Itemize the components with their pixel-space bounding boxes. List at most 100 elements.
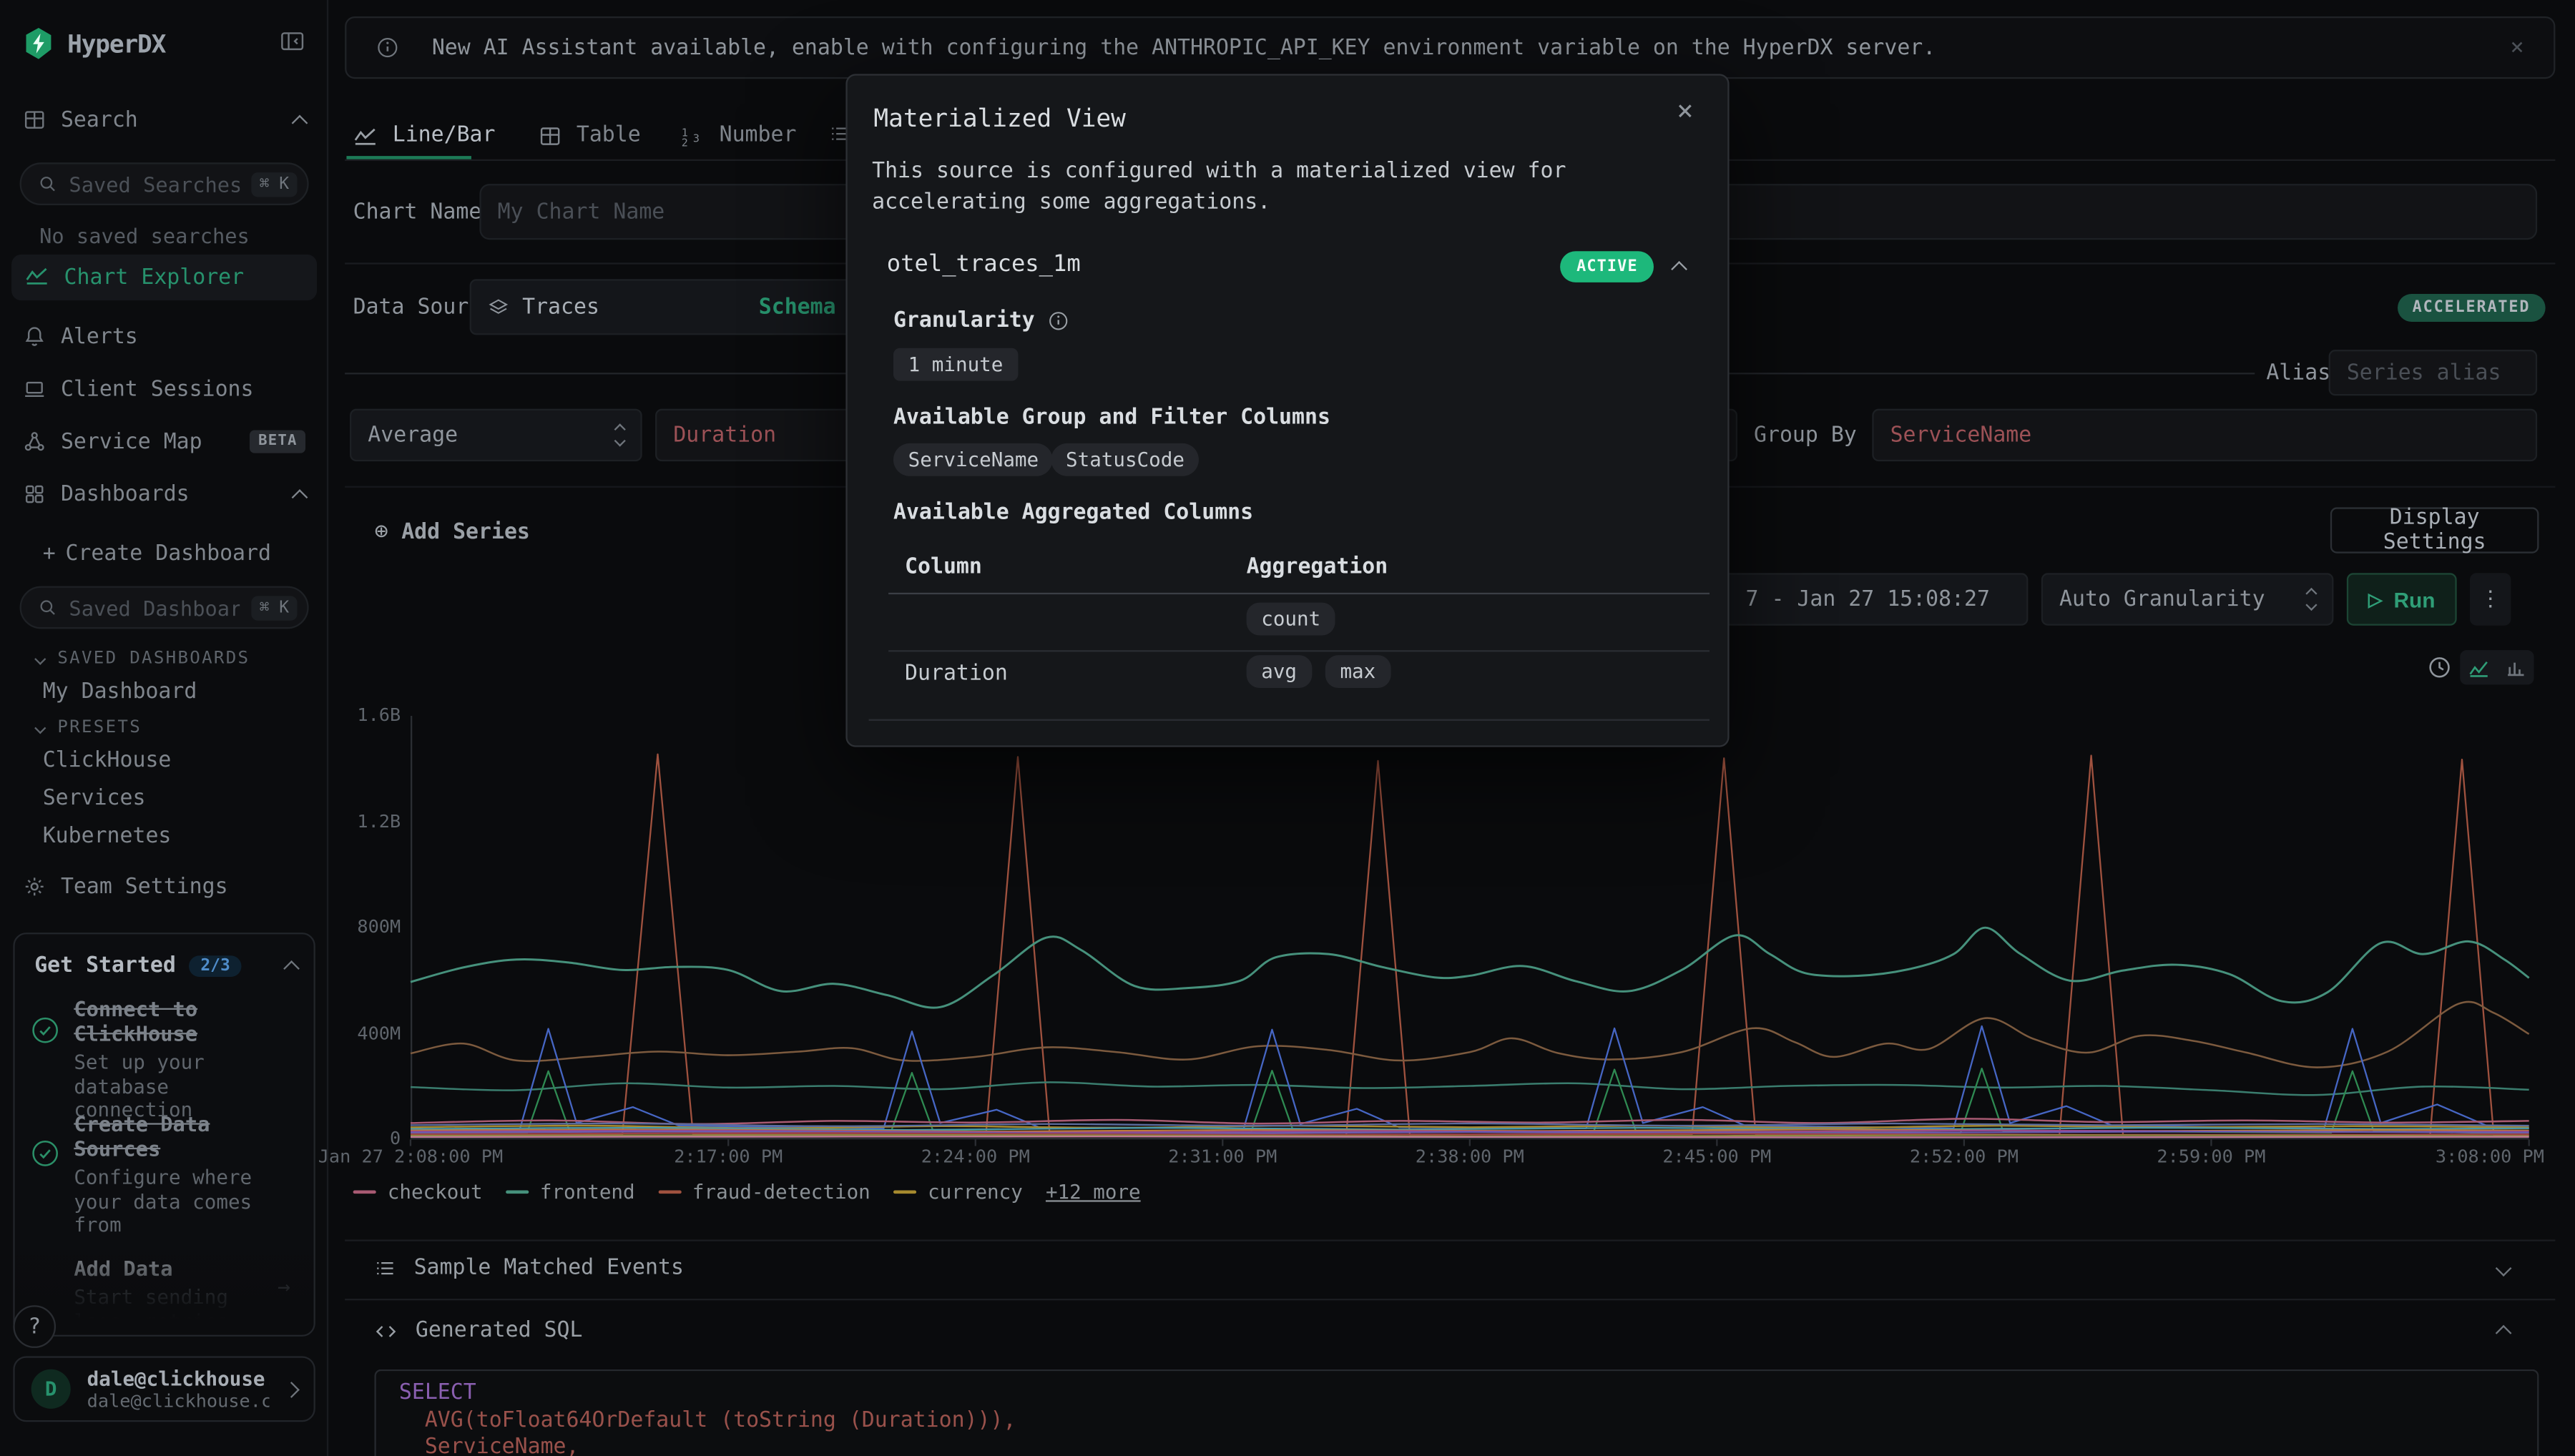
display-settings-label: Display Settings bbox=[2342, 506, 2527, 555]
hyperdx-logo-icon bbox=[23, 26, 54, 61]
collapse-sidebar-icon[interactable] bbox=[279, 29, 305, 59]
list-icon bbox=[374, 1258, 396, 1279]
help-button[interactable]: ? bbox=[13, 1305, 56, 1348]
get-started-step[interactable]: Connect to ClickHouse Set up your databa… bbox=[74, 997, 297, 1123]
sidebar-item-kubernetes[interactable]: Kubernetes bbox=[43, 825, 172, 849]
run-button[interactable]: ▷ Run bbox=[2347, 573, 2457, 625]
legend-swatch bbox=[353, 1191, 376, 1194]
chart-series bbox=[411, 1002, 2529, 1068]
legend-swatch bbox=[893, 1191, 916, 1194]
get-started-step[interactable]: Add Data Start sending logs, metrics, or… bbox=[74, 1256, 271, 1336]
x-axis-tick-label: 2:52:00 PM bbox=[1910, 1146, 2019, 1168]
sidebar-item-dashboards[interactable]: Dashboards bbox=[23, 479, 305, 508]
user-name: dale@clickhouse.… bbox=[87, 1367, 270, 1389]
sidebar-item-my-dashboard[interactable]: My Dashboard bbox=[43, 680, 197, 704]
granularity-label: Granularity bbox=[893, 309, 1069, 333]
get-started-step[interactable]: Create Data Sources Configure where your… bbox=[74, 1111, 297, 1237]
saved-dashboards-input[interactable]: Saved Dashboards ⌘ K bbox=[20, 586, 309, 629]
sidebar-item-search[interactable]: Search bbox=[23, 105, 305, 134]
y-axis-tick-label: 800M bbox=[322, 916, 401, 938]
presets-section[interactable]: PRESETS bbox=[36, 717, 142, 737]
y-axis-tick-label: 1.2B bbox=[322, 810, 401, 832]
chart-series bbox=[411, 1082, 2529, 1095]
alias-input[interactable] bbox=[2329, 350, 2538, 395]
modal-close-icon[interactable]: × bbox=[1677, 95, 1694, 128]
banner-text: New AI Assistant available, enable with … bbox=[432, 35, 2478, 59]
clock-icon[interactable] bbox=[2427, 655, 2451, 679]
display-settings-button[interactable]: Display Settings bbox=[2330, 507, 2539, 553]
schema-link[interactable]: Schema bbox=[759, 295, 836, 319]
avatar: D bbox=[31, 1369, 71, 1409]
legend-swatch bbox=[506, 1191, 529, 1194]
x-axis-tick-label: 2:45:00 PM bbox=[1662, 1146, 1771, 1168]
y-axis-tick-label: 400M bbox=[322, 1022, 401, 1043]
sidebar-item-chart-explorer[interactable]: Chart Explorer bbox=[11, 255, 317, 300]
sidebar-item-team-settings[interactable]: Team Settings bbox=[23, 872, 305, 901]
tab-table[interactable]: Table bbox=[539, 123, 641, 147]
filter-column-chip: ServiceName bbox=[893, 443, 1054, 476]
search-icon bbox=[38, 174, 58, 194]
sidebar-item-client-sessions[interactable]: Client Sessions bbox=[23, 374, 305, 403]
get-started-header[interactable]: Get Started 2/3 bbox=[34, 954, 297, 978]
granularity-select[interactable]: Auto Granularity bbox=[2041, 573, 2334, 625]
info-icon[interactable] bbox=[1048, 310, 1069, 332]
sidebar-item-label: Service Map bbox=[61, 429, 235, 453]
brand-row: HyperDX bbox=[23, 26, 165, 61]
modal-description: This source is configured with a materia… bbox=[872, 156, 1706, 218]
sidebar-item-label: Client Sessions bbox=[61, 377, 254, 401]
generated-sql-section-header[interactable]: Generated SQL bbox=[374, 1319, 2509, 1343]
chart-series bbox=[411, 1026, 2529, 1131]
table-icon bbox=[539, 124, 561, 147]
chevron-up-icon bbox=[283, 960, 300, 977]
section-label: PRESETS bbox=[57, 717, 142, 737]
sidebar-item-services[interactable]: Services bbox=[43, 787, 146, 811]
saved-searches-input[interactable]: Saved Searches ⌘ K bbox=[20, 162, 309, 205]
sample-events-section-header[interactable]: Sample Matched Events bbox=[374, 1256, 2509, 1280]
chevron-down-icon bbox=[2496, 1260, 2512, 1277]
add-series-button[interactable]: ⊕ Add Series bbox=[374, 519, 529, 546]
sidebar-item-alerts[interactable]: Alerts bbox=[23, 322, 305, 351]
user-email: dale@clickhouse.c… bbox=[87, 1389, 270, 1411]
legend-item[interactable]: currency bbox=[893, 1181, 1023, 1204]
check-circle-icon bbox=[31, 1139, 59, 1174]
chevron-up-icon bbox=[292, 114, 308, 130]
view-name: otel_traces_1m bbox=[887, 251, 1081, 277]
aggregation-chip: avg bbox=[1247, 655, 1312, 688]
plus-icon: + bbox=[43, 541, 56, 565]
x-axis-tick-label: 2:38:00 PM bbox=[1416, 1146, 1524, 1168]
number-icon: 123 bbox=[682, 124, 705, 147]
modal-bottom-divider bbox=[869, 719, 1710, 721]
line-chart-icon[interactable] bbox=[2468, 656, 2490, 678]
legend-swatch bbox=[658, 1191, 681, 1194]
legend-item[interactable]: fraud-detection bbox=[658, 1181, 870, 1204]
user-menu[interactable]: D dale@clickhouse.… dale@clickhouse.c… bbox=[13, 1356, 315, 1422]
chart-series-fraud-detection bbox=[411, 754, 2529, 1136]
active-tab-underline bbox=[346, 156, 471, 159]
bar-chart-icon[interactable] bbox=[2506, 658, 2526, 678]
tab-line-bar[interactable]: Line/Bar bbox=[353, 123, 496, 147]
legend-item[interactable]: frontend bbox=[506, 1181, 635, 1204]
data-source-select[interactable]: Traces Schema bbox=[470, 279, 854, 335]
more-options-button[interactable]: ⋮ bbox=[2470, 573, 2511, 625]
x-axis-tick-label: 2:24:00 PM bbox=[921, 1146, 1030, 1168]
x-axis-tick-label: 2:31:00 PM bbox=[1168, 1146, 1277, 1168]
saved-dashboards-section[interactable]: SAVED DASHBOARDS bbox=[36, 649, 250, 669]
create-dashboard-button[interactable]: + Create Dashboard bbox=[43, 538, 305, 568]
saved-searches-placeholder: Saved Searches bbox=[69, 172, 240, 196]
generated-sql-code[interactable]: SELECT AVG(toFloat64OrDefault (toString … bbox=[374, 1369, 2539, 1456]
divider bbox=[345, 1239, 2555, 1241]
timeseries-chart[interactable] bbox=[411, 716, 2529, 1139]
sidebar-item-service-map[interactable]: Service Map BETA bbox=[23, 427, 305, 456]
sidebar-item-clickhouse[interactable]: ClickHouse bbox=[43, 749, 172, 773]
sql-line: AVG(toFloat64OrDefault (toString (Durati… bbox=[399, 1408, 2514, 1435]
legend-more-link[interactable]: +12 more bbox=[1046, 1181, 1141, 1204]
aggregation-select[interactable]: Average bbox=[350, 409, 642, 461]
x-axis-tick-label: 2:17:00 PM bbox=[674, 1146, 783, 1168]
legend-item[interactable]: checkout bbox=[353, 1181, 483, 1204]
chevron-up-icon[interactable] bbox=[1671, 261, 1687, 277]
banner-close-icon[interactable]: × bbox=[2510, 34, 2524, 61]
group-by-input[interactable] bbox=[1872, 409, 2537, 461]
chart-type-toggle bbox=[2460, 650, 2534, 684]
add-series-label: Add Series bbox=[401, 520, 530, 544]
tab-number[interactable]: 123 Number bbox=[682, 123, 797, 147]
